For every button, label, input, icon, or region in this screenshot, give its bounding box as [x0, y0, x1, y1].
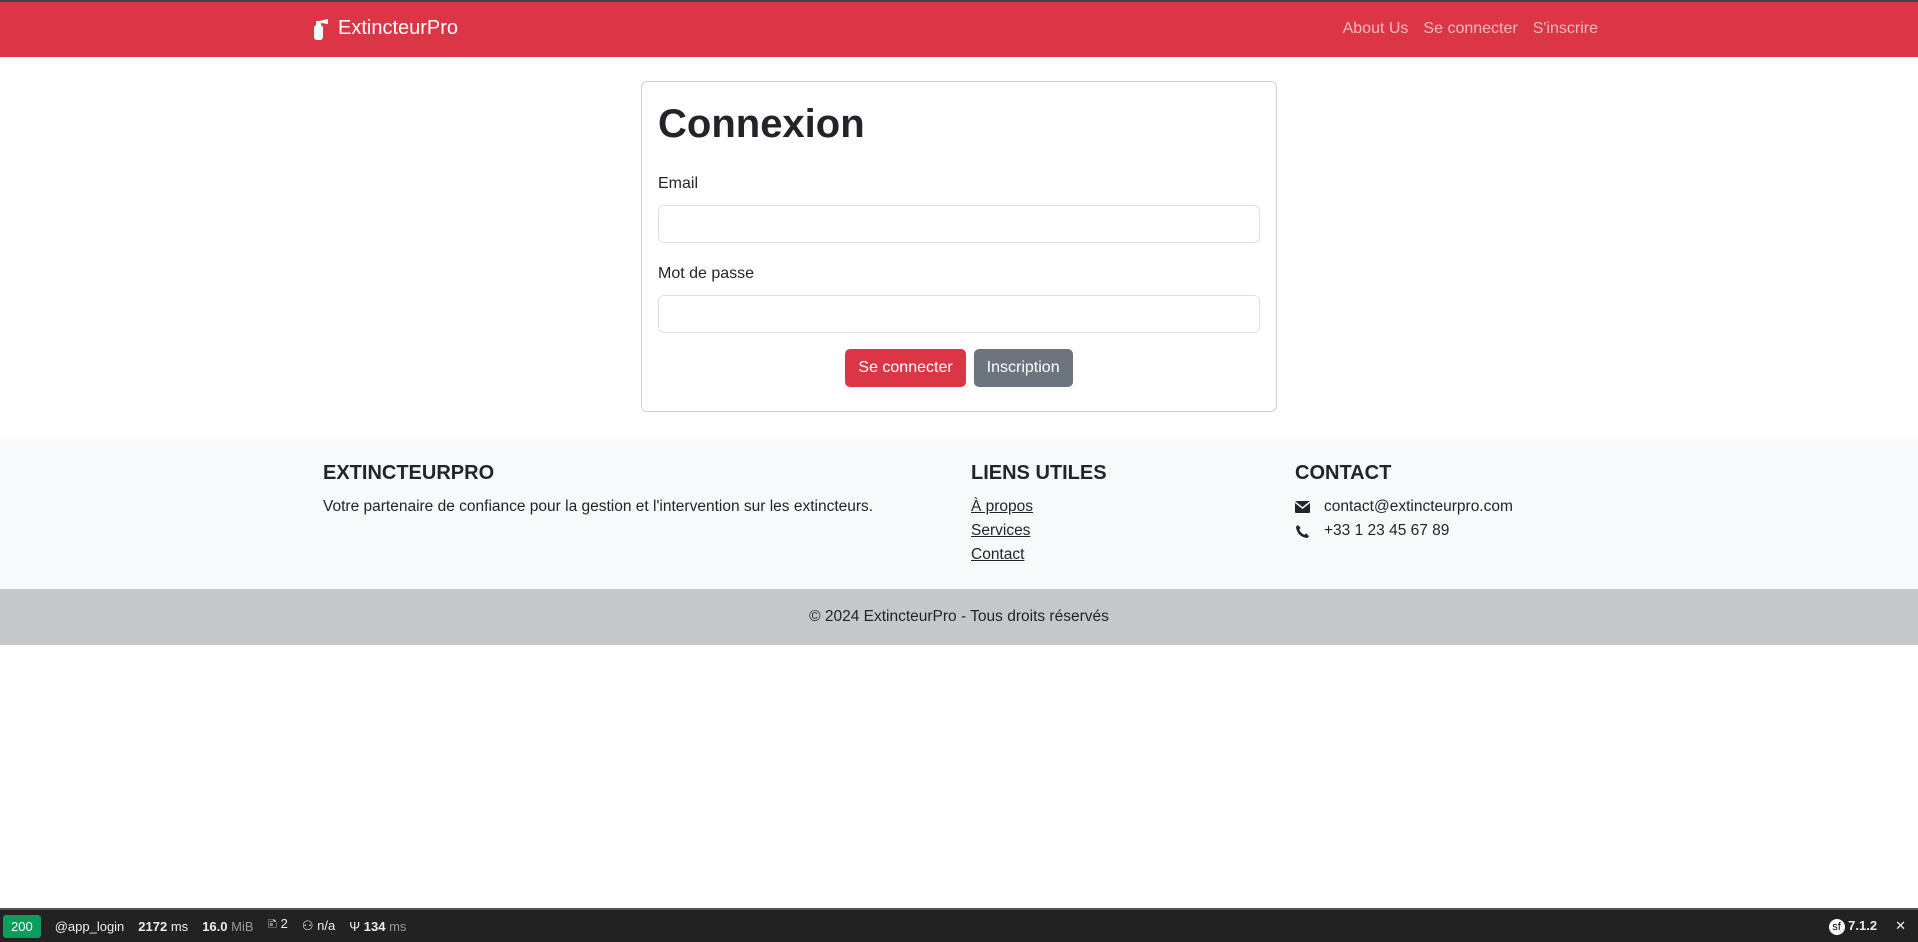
route-name[interactable]: @app_login	[55, 919, 125, 934]
copyright: © 2024 ExtincteurPro - Tous droits réser…	[0, 589, 1918, 645]
footer: EXTINCTEURPRO Votre partenaire de confia…	[0, 437, 1918, 589]
footer-contact-title: CONTACT	[1295, 462, 1392, 484]
twig-panel[interactable]: Ψ 134 ms	[349, 919, 406, 934]
footer-link-services[interactable]: Services	[971, 519, 1107, 543]
nav-login[interactable]: Se connecter	[1423, 20, 1517, 38]
logs-count: 2	[280, 916, 288, 931]
twig-value: 134	[363, 918, 386, 934]
log-icon: 🗈	[267, 916, 278, 931]
contact-phone: +33 1 23 45 67 89	[1324, 522, 1450, 539]
footer-link-about[interactable]: À propos	[971, 495, 1107, 519]
login-card: Connexion Email Mot de passe Se connecte…	[641, 81, 1277, 412]
twig-icon: Ψ	[349, 918, 361, 934]
brand-name: ExtincteurPro	[338, 17, 459, 39]
nav-register[interactable]: S'inscrire	[1533, 20, 1598, 38]
footer-link-contact[interactable]: Contact	[971, 543, 1107, 567]
debug-toolbar: 200 @app_login 2172 ms 16.0 MiB 🗈 2 ⚇ n/…	[0, 908, 1918, 942]
memory-usage[interactable]: 16.0 MiB	[202, 919, 253, 934]
password-field[interactable]	[658, 295, 1260, 333]
footer-links-title: LIENS UTILES	[971, 462, 1107, 484]
symfony-version[interactable]: sf 7.1.2	[1828, 917, 1878, 935]
logs-panel[interactable]: 🗈 2	[268, 915, 288, 937]
footer-about-text: Votre partenaire de confiance pour la ge…	[323, 498, 874, 515]
navbar: ExtincteurPro About Us Se connecter S'in…	[0, 2, 1918, 57]
nav-about-us[interactable]: About Us	[1343, 20, 1409, 38]
user-panel[interactable]: ⚇ n/a	[302, 918, 335, 934]
brand-link[interactable]: ExtincteurPro	[310, 17, 458, 40]
email-label: Email	[658, 175, 699, 192]
status-badge[interactable]: 200	[3, 914, 41, 938]
twig-unit: ms	[389, 918, 407, 934]
time-unit: ms	[170, 918, 189, 934]
user-icon: ⚇	[301, 918, 314, 933]
symfony-logo-icon: sf	[1828, 918, 1845, 935]
register-button[interactable]: Inscription	[973, 349, 1073, 387]
memory-unit: MiB	[231, 918, 254, 934]
envelope-icon	[1295, 501, 1310, 513]
request-time[interactable]: 2172 ms	[138, 919, 188, 934]
login-button[interactable]: Se connecter	[845, 349, 966, 387]
version-value: 7.1.2	[1848, 917, 1878, 933]
password-label: Mot de passe	[658, 265, 755, 282]
footer-about-title: EXTINCTEURPRO	[323, 462, 495, 484]
fire-extinguisher-icon	[314, 18, 328, 40]
memory-value: 16.0	[202, 918, 228, 934]
phone-icon	[1295, 524, 1310, 538]
email-field[interactable]	[658, 205, 1260, 243]
user-value: n/a	[317, 918, 336, 933]
page-title: Connexion	[658, 102, 865, 146]
time-value: 2172	[138, 918, 168, 934]
contact-email: contact@extincteurpro.com	[1324, 498, 1513, 515]
close-icon[interactable]: ✕	[1895, 918, 1906, 934]
